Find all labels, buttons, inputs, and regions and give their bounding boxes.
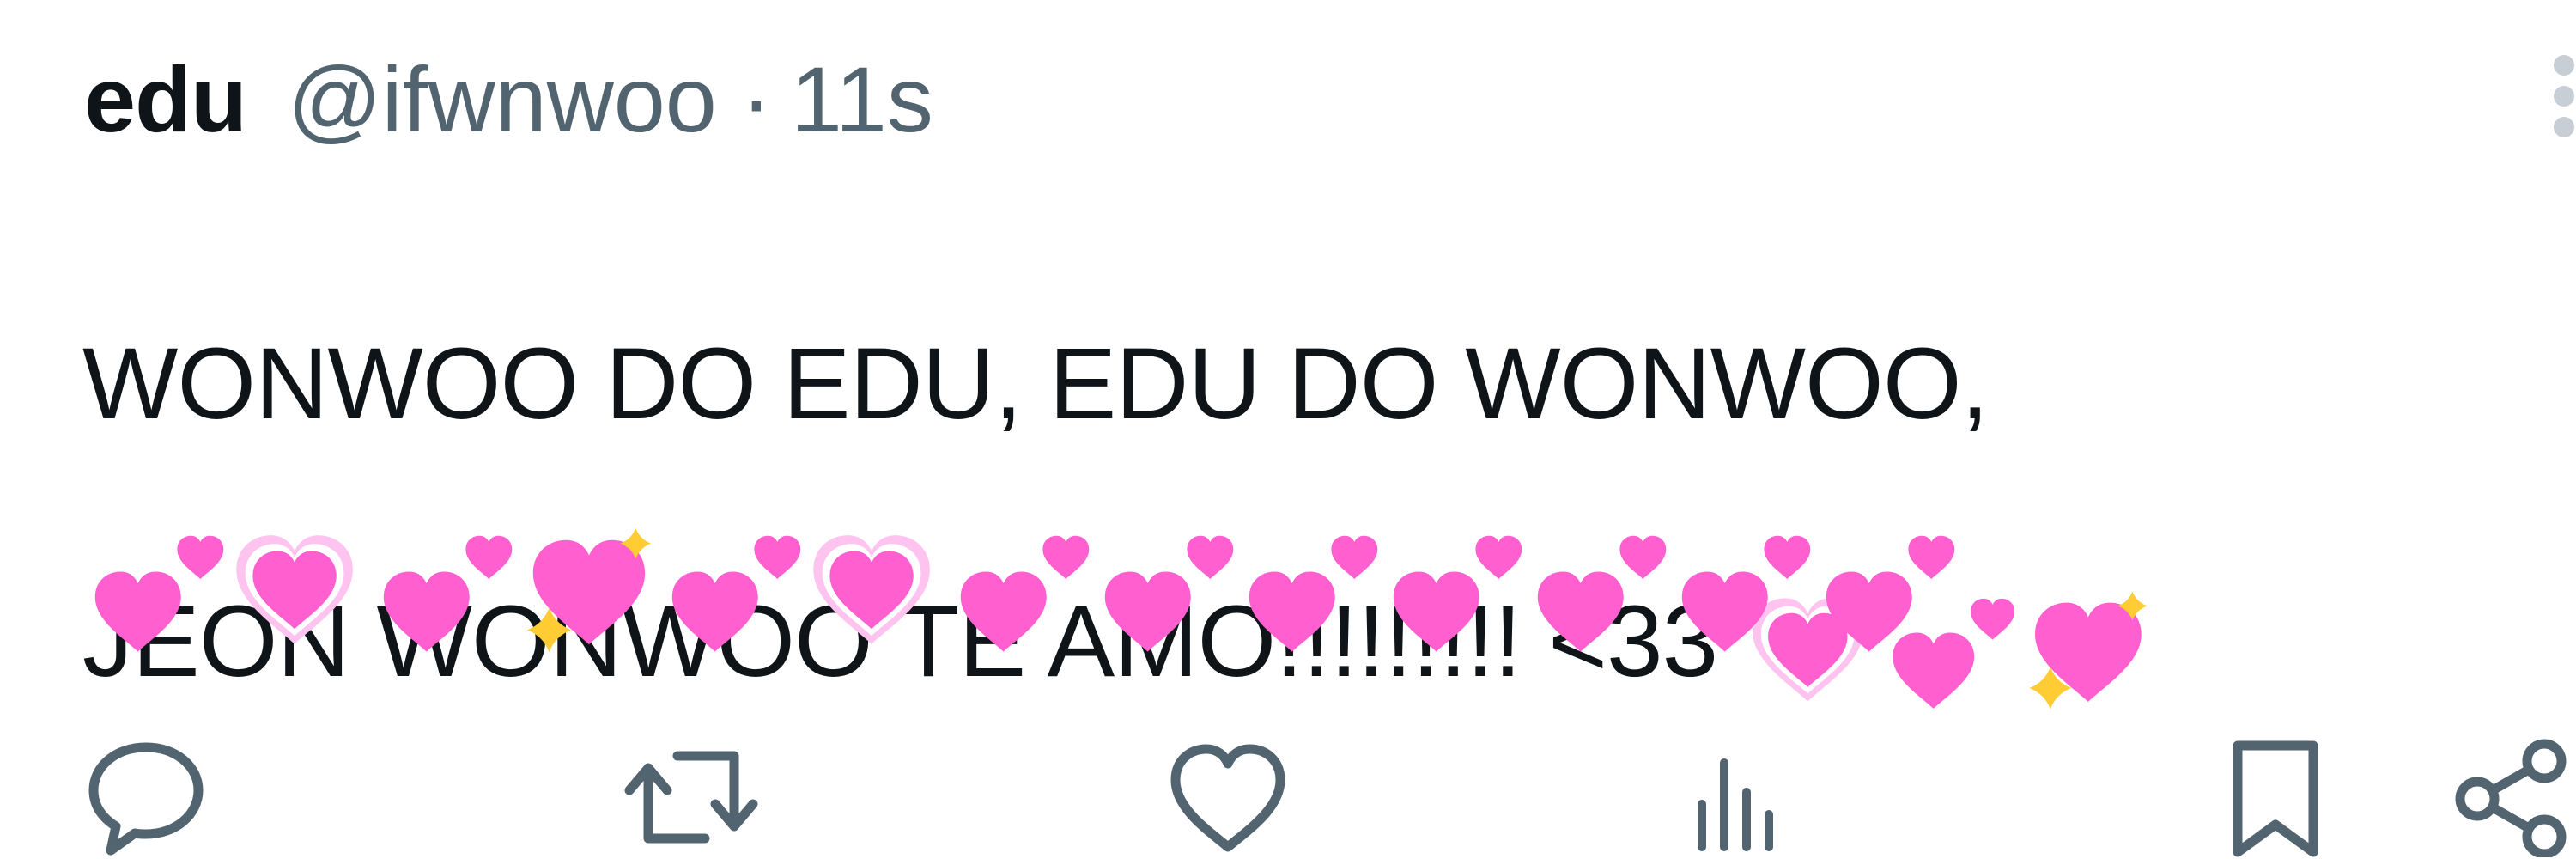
sparkling-heart-emoji [515, 521, 659, 657]
two-hearts-emoji-icon [960, 535, 1090, 652]
views-button[interactable] [1683, 734, 1786, 859]
more-dot [2554, 55, 2574, 76]
two-hearts-emoji [1236, 521, 1381, 657]
tweet-card[interactable]: edu @ifwnwoo · 11s WONWOO DO EDU, EDU DO… [0, 0, 2576, 859]
views-icon [1698, 758, 1773, 851]
two-hearts-emoji-icon [1826, 535, 1955, 652]
header-separator: · [740, 47, 772, 151]
retweet-icon [624, 751, 758, 843]
share-button[interactable] [2447, 734, 2576, 859]
growing-heart-emoji-icon [236, 535, 353, 644]
more-dot [2554, 117, 2574, 137]
two-hearts-emoji-icon [1249, 535, 1378, 652]
reply-button[interactable] [77, 734, 215, 859]
two-hearts-emoji-icon [383, 535, 513, 652]
growing-heart-emoji-icon [813, 535, 930, 644]
tweet-timestamp[interactable]: 11s [791, 48, 933, 151]
two-hearts-emoji-icon [94, 535, 224, 652]
two-hearts-emoji [1381, 521, 1525, 657]
display-name[interactable]: edu [84, 48, 247, 151]
more-dot [2554, 86, 2574, 107]
emoji-row [82, 512, 1958, 667]
tweet-header: edu @ifwnwoo · 11s [84, 48, 933, 151]
sparkling-heart-emoji-icon [526, 527, 652, 653]
two-hearts-emoji [659, 521, 804, 657]
two-hearts-emoji [82, 521, 227, 657]
like-icon [1170, 744, 1285, 851]
sparkling-heart-emoji-icon [2029, 591, 2148, 710]
like-button[interactable] [1159, 734, 1297, 859]
two-hearts-emoji [948, 521, 1092, 657]
two-hearts-emoji-icon [1537, 535, 1667, 652]
growing-heart-emoji [804, 521, 948, 657]
bookmark-button[interactable] [2215, 734, 2336, 859]
two-hearts-emoji [1814, 521, 1958, 657]
two-hearts-emoji [1525, 521, 1669, 657]
reply-icon [88, 742, 204, 855]
bookmark-icon [2233, 740, 2318, 856]
share-icon [2455, 739, 2567, 857]
two-hearts-emoji [1669, 521, 1814, 657]
two-hearts-emoji-icon [671, 535, 801, 652]
two-hearts-emoji-icon [1393, 535, 1522, 652]
sparkling-heart-emoji [2018, 585, 2155, 714]
two-hearts-emoji-icon [1681, 535, 1811, 652]
retweet-button[interactable] [618, 734, 764, 859]
tweet-text-line-1: WONWOO DO EDU, EDU DO WONWOO, [82, 327, 1989, 441]
more-options-icon[interactable] [2535, 48, 2576, 160]
two-hearts-emoji [1092, 521, 1236, 657]
user-handle[interactable]: @ifwnwoo [288, 48, 717, 151]
growing-heart-emoji [227, 521, 371, 657]
two-hearts-emoji-icon [1104, 535, 1234, 652]
action-bar [0, 734, 2576, 859]
two-hearts-emoji [371, 521, 515, 657]
